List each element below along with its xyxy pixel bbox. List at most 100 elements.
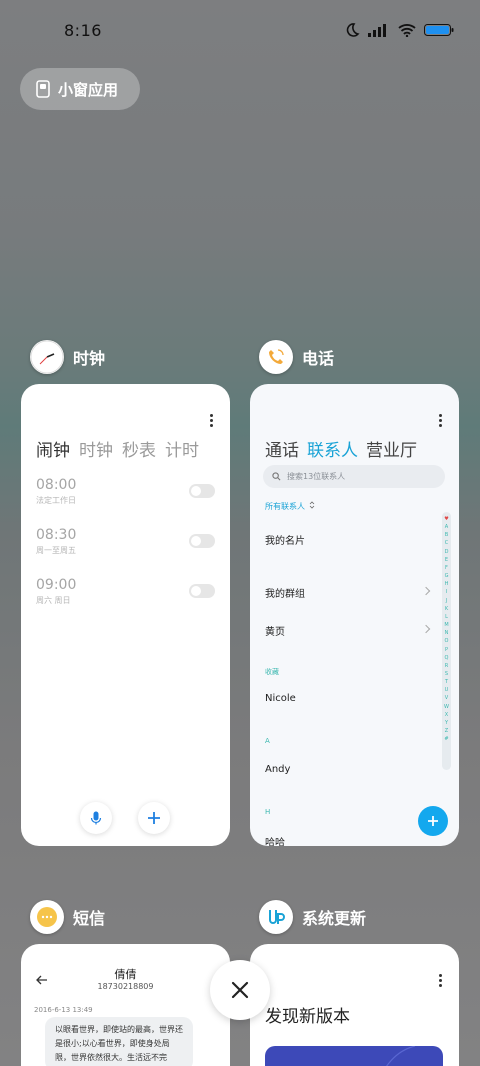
sms-app-header[interactable]: 短信 — [30, 900, 105, 934]
alarm-repeat: 法定工作日 — [36, 496, 76, 505]
system-update-icon — [269, 910, 285, 924]
sort-arrows-icon — [309, 501, 315, 509]
add-alarm-button[interactable] — [138, 802, 170, 834]
contact-item[interactable]: 哈哈 — [265, 834, 285, 846]
alphabet-index-letter[interactable]: I — [446, 588, 447, 596]
plus-icon — [148, 812, 160, 824]
close-icon — [231, 981, 249, 999]
alphabet-index-letter[interactable]: C — [445, 539, 449, 547]
status-icons — [344, 22, 454, 38]
alphabet-index-letter[interactable]: ♥ — [444, 515, 448, 523]
sms-app-name: 短信 — [73, 909, 106, 928]
clock-menu-icon[interactable] — [210, 414, 214, 429]
update-banner — [265, 1046, 443, 1066]
battery-icon — [424, 24, 454, 36]
add-contact-button[interactable] — [418, 806, 448, 836]
alphabet-index[interactable]: ♥ A B C D E F G H I J K L M N O P Q R S T U V W X Y Z # — [442, 512, 451, 770]
tab-clock[interactable]: 时钟 — [79, 436, 113, 461]
alphabet-index-letter[interactable]: T — [445, 678, 448, 686]
search-placeholder: 搜索13位联系人 — [287, 472, 346, 481]
alphabet-index-letter[interactable]: H — [445, 580, 449, 588]
contact-item[interactable]: Nicole — [265, 693, 296, 704]
alphabet-index-letter[interactable]: E — [445, 556, 448, 564]
update-app-name: 系统更新 — [302, 909, 367, 928]
alarm-repeat: 周一至周五 — [36, 546, 76, 555]
section-header: H — [265, 808, 271, 816]
alphabet-index-letter[interactable]: V — [445, 694, 448, 702]
phone-menu-icon[interactable] — [439, 414, 443, 429]
contacts-filter[interactable]: 所有联系人 — [265, 501, 315, 512]
phone-app-name: 电话 — [302, 349, 335, 368]
yellow-pages-item[interactable]: 黄页 — [265, 623, 285, 638]
tab-stopwatch[interactable]: 秒表 — [122, 436, 156, 461]
wifi-icon — [398, 24, 416, 37]
phone-tabs: 通话 联系人 营业厅 — [265, 436, 417, 461]
mini-window-label: 小窗应用 — [58, 80, 119, 99]
plus-icon — [428, 816, 438, 826]
alphabet-index-letter[interactable]: L — [445, 613, 448, 621]
sms-contact-number: 18730218809 — [97, 982, 154, 991]
chevron-right-icon — [421, 624, 431, 634]
sms-app-icon — [30, 900, 64, 934]
clock-icon — [30, 340, 64, 374]
clear-all-button[interactable] — [210, 960, 270, 1020]
alarm-repeat: 周六 周日 — [36, 596, 71, 605]
phone-card[interactable]: 通话 联系人 营业厅 搜索13位联系人 所有联系人 我的名片 我的群组 黄页 收… — [250, 384, 459, 846]
alphabet-index-letter[interactable]: K — [445, 605, 448, 613]
alphabet-index-letter[interactable]: N — [445, 629, 449, 637]
mini-window-button[interactable]: 小窗应用 — [20, 68, 140, 110]
tab-alarm[interactable]: 闹钟 — [36, 436, 70, 461]
tab-calls[interactable]: 通话 — [265, 436, 299, 461]
phone-app-header[interactable]: 电话 — [259, 340, 334, 374]
update-card[interactable]: 发现新版本 — [250, 944, 459, 1066]
tab-service-hall[interactable]: 营业厅 — [366, 436, 417, 461]
alphabet-index-letter[interactable]: # — [444, 735, 448, 743]
alphabet-index-letter[interactable]: S — [445, 670, 448, 678]
alphabet-index-letter[interactable]: W — [444, 703, 449, 711]
update-app-header[interactable]: 系统更新 — [259, 900, 366, 934]
clock-app-name: 时钟 — [73, 349, 106, 368]
alphabet-index-letter[interactable]: Z — [445, 727, 448, 735]
alphabet-index-letter[interactable]: B — [445, 531, 448, 539]
alphabet-index-letter[interactable]: G — [445, 572, 449, 580]
voice-button[interactable] — [80, 802, 112, 834]
search-icon — [272, 472, 281, 481]
phone-app-icon — [259, 340, 293, 374]
alphabet-index-letter[interactable]: R — [445, 662, 448, 670]
clock-app-icon — [30, 340, 64, 374]
contacts-search-input[interactable]: 搜索13位联系人 — [263, 465, 445, 488]
update-menu-icon[interactable] — [439, 974, 443, 989]
alphabet-index-letter[interactable]: A — [445, 523, 448, 531]
alphabet-index-letter[interactable]: M — [444, 621, 448, 629]
alarm-toggle[interactable] — [189, 534, 215, 548]
signal-icon — [368, 24, 386, 37]
tab-contacts[interactable]: 联系人 — [307, 436, 358, 461]
sms-contact-name: 倩倩 — [114, 968, 137, 981]
alphabet-index-letter[interactable]: Y — [445, 719, 448, 727]
alphabet-index-letter[interactable]: P — [445, 646, 448, 654]
contact-item[interactable]: Andy — [265, 764, 290, 775]
my-card-item[interactable]: 我的名片 — [265, 532, 305, 547]
mini-window-icon — [36, 80, 50, 98]
message-icon — [37, 907, 57, 927]
alphabet-index-letter[interactable]: D — [445, 548, 449, 556]
section-header: 收藏 — [265, 668, 279, 676]
alphabet-index-letter[interactable]: O — [445, 637, 449, 645]
status-bar: 8:16 — [0, 0, 480, 60]
clock-app-header[interactable]: 时钟 — [30, 340, 105, 374]
alphabet-index-letter[interactable]: U — [445, 686, 449, 694]
alphabet-index-letter[interactable]: F — [445, 564, 448, 572]
alphabet-index-letter[interactable]: Q — [445, 654, 449, 662]
alarm-toggle[interactable] — [189, 484, 215, 498]
sms-timestamp: 2016-6-13 13:49 — [34, 1006, 93, 1014]
alphabet-index-letter[interactable]: J — [446, 597, 447, 605]
my-groups-item[interactable]: 我的群组 — [265, 585, 305, 600]
sms-card[interactable]: 倩倩 18730218809 2016-6-13 13:49 以眼看世界，即使站… — [21, 944, 230, 1066]
clock-card[interactable]: 闹钟 时钟 秒表 计时 08:00 法定工作日 08:30 周一至周五 09:0… — [21, 384, 230, 846]
alarm-toggle[interactable] — [189, 584, 215, 598]
tab-timer[interactable]: 计时 — [165, 436, 199, 461]
clock-tabs: 闹钟 时钟 秒表 计时 — [36, 436, 199, 461]
message-bubble[interactable]: 以眼看世界，即使站的最高，世界还是很小;以心看世界，即使身处局限，世界依然很大。… — [45, 1017, 193, 1066]
status-time: 8:16 — [64, 21, 102, 40]
alphabet-index-letter[interactable]: X — [445, 711, 448, 719]
